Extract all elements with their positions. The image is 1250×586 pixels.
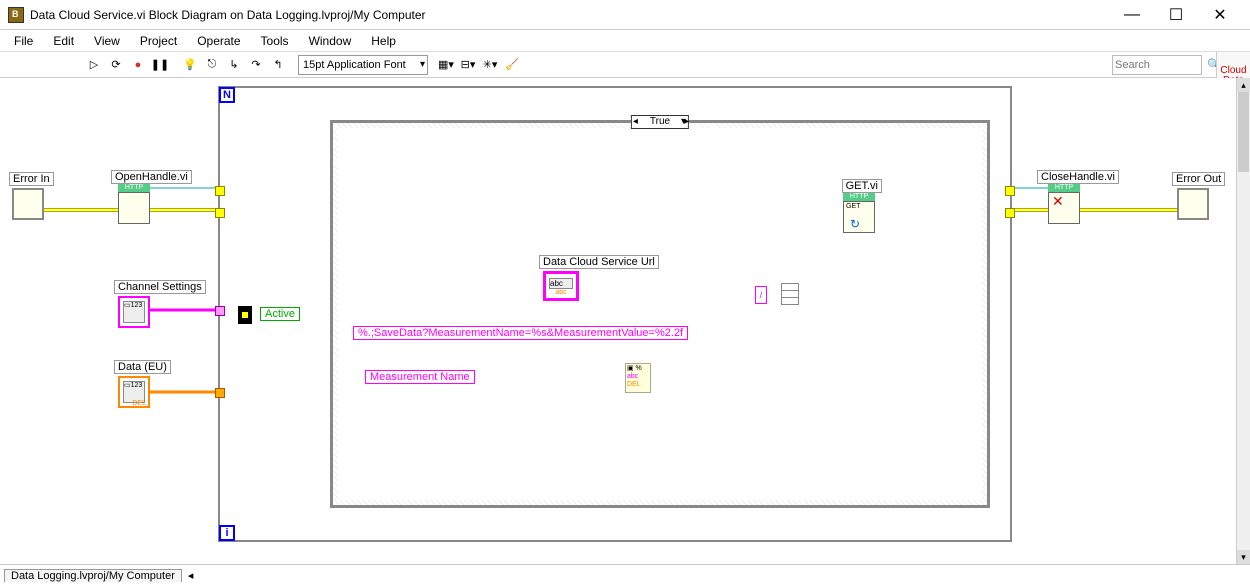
unbundle-measurement-name[interactable]: Measurement Name xyxy=(365,370,475,384)
run-button[interactable]: ▷ xyxy=(84,55,104,75)
get-vi-node[interactable]: GET ↻ xyxy=(843,201,875,233)
menu-edit[interactable]: Edit xyxy=(43,32,84,50)
align-objects-icon[interactable]: ▦▾ xyxy=(436,55,456,75)
step-into-icon[interactable]: ↳ xyxy=(224,55,244,75)
data-eu-terminal[interactable]: ▭123 DEL xyxy=(118,376,150,408)
format-into-string-node[interactable]: ▣ %abcDEL xyxy=(625,363,651,393)
menu-view[interactable]: View xyxy=(84,32,130,50)
status-bar: Data Logging.lvproj/My Computer ◂ xyxy=(0,564,1250,586)
tunnel-left-1[interactable] xyxy=(215,186,225,196)
block-diagram-canvas[interactable]: Error In OpenHandle.vi HTTP Error Out Cl… xyxy=(0,78,1236,564)
cloud-url-node[interactable]: abc abc xyxy=(543,271,579,301)
channel-settings-label: Channel Settings xyxy=(114,280,206,294)
error-in-label: Error In xyxy=(9,172,54,186)
app-icon xyxy=(8,7,24,23)
maximize-button[interactable]: ☐ xyxy=(1154,1,1198,29)
menu-bar: File Edit View Project Operate Tools Win… xyxy=(0,30,1250,52)
scroll-up-icon[interactable]: ▴ xyxy=(1237,78,1250,92)
unbundle-active[interactable]: Active xyxy=(260,307,300,321)
menu-project[interactable]: Project xyxy=(130,32,187,50)
status-scroll-left-icon[interactable]: ◂ xyxy=(188,569,194,582)
project-path-tab[interactable]: Data Logging.lvproj/My Computer xyxy=(4,569,182,582)
close-handle-label: CloseHandle.vi xyxy=(1037,170,1119,184)
open-handle-label: OpenHandle.vi xyxy=(111,170,192,184)
retain-wire-values-icon[interactable]: ⎋ xyxy=(202,55,222,75)
case-structure[interactable]: True GET.vi HTTP GET ↻ Data Cloud Servic… xyxy=(330,120,990,508)
menu-file[interactable]: File xyxy=(4,32,43,50)
get-vi-label: GET.vi xyxy=(842,179,882,193)
run-continuous-button[interactable]: ⟳ xyxy=(106,55,126,75)
error-in-terminal[interactable] xyxy=(12,188,44,220)
close-button[interactable]: ✕ xyxy=(1198,1,1242,29)
channel-settings-terminal[interactable]: ▭123 xyxy=(118,296,150,328)
menu-window[interactable]: Window xyxy=(299,32,362,50)
toolbar: ▷ ⟳ ● ❚❚ 💡 ⎋ ↳ ↷ ↰ 15pt Application Font… xyxy=(0,52,1250,78)
cloud-url-label: Data Cloud Service Url xyxy=(539,255,659,269)
menu-operate[interactable]: Operate xyxy=(187,32,250,50)
menu-help[interactable]: Help xyxy=(361,32,406,50)
unbundle-by-name-node[interactable] xyxy=(238,306,252,324)
reorder-icon[interactable]: ✳▾ xyxy=(480,55,500,75)
tunnel-left-channel[interactable] xyxy=(215,306,225,316)
search-input[interactable] xyxy=(1112,55,1202,75)
case-selector[interactable]: True xyxy=(631,115,689,129)
abort-button[interactable]: ● xyxy=(128,55,148,75)
scroll-down-icon[interactable]: ▾ xyxy=(1237,550,1250,564)
window-title: Data Cloud Service.vi Block Diagram on D… xyxy=(30,8,1110,22)
cleanup-diagram-icon[interactable]: 🧹 xyxy=(502,55,522,75)
format-string-constant[interactable]: %.;SaveData?MeasurementName=%s&Measureme… xyxy=(353,326,688,340)
tunnel-left-data[interactable] xyxy=(215,388,225,398)
tunnel-right-1[interactable] xyxy=(1005,186,1015,196)
open-handle-vi[interactable] xyxy=(118,192,150,224)
step-over-icon[interactable]: ↷ xyxy=(246,55,266,75)
pause-button[interactable]: ❚❚ xyxy=(150,55,170,75)
scroll-thumb[interactable] xyxy=(1238,92,1249,172)
tunnel-right-2[interactable] xyxy=(1005,208,1015,218)
font-selector[interactable]: 15pt Application Font xyxy=(298,55,428,75)
step-out-icon[interactable]: ↰ xyxy=(268,55,288,75)
string-subset-node[interactable]: / xyxy=(755,286,767,304)
vertical-scrollbar[interactable]: ▴ ▾ xyxy=(1236,78,1250,564)
error-out-label: Error Out xyxy=(1172,172,1225,186)
highlight-execution-icon[interactable]: 💡 xyxy=(180,55,200,75)
open-handle-http: HTTP xyxy=(118,184,150,192)
for-loop[interactable]: N i True GET.vi HTTP GET ↻ Data Cloud Se… xyxy=(218,86,1012,542)
close-handle-http: HTTP xyxy=(1048,184,1080,192)
for-loop-n-terminal[interactable]: N xyxy=(219,87,235,103)
data-eu-label: Data (EU) xyxy=(114,360,171,374)
get-vi-http: HTTP xyxy=(843,193,875,201)
menu-tools[interactable]: Tools xyxy=(251,32,299,50)
for-loop-i-terminal[interactable]: i xyxy=(219,525,235,541)
concatenate-strings-node[interactable] xyxy=(781,283,799,305)
tunnel-left-2[interactable] xyxy=(215,208,225,218)
minimize-button[interactable]: — xyxy=(1110,1,1154,29)
error-out-terminal[interactable] xyxy=(1177,188,1209,220)
title-bar: Data Cloud Service.vi Block Diagram on D… xyxy=(0,0,1250,30)
close-handle-vi[interactable]: ✕ xyxy=(1048,192,1080,224)
distribute-objects-icon[interactable]: ⊟▾ xyxy=(458,55,478,75)
